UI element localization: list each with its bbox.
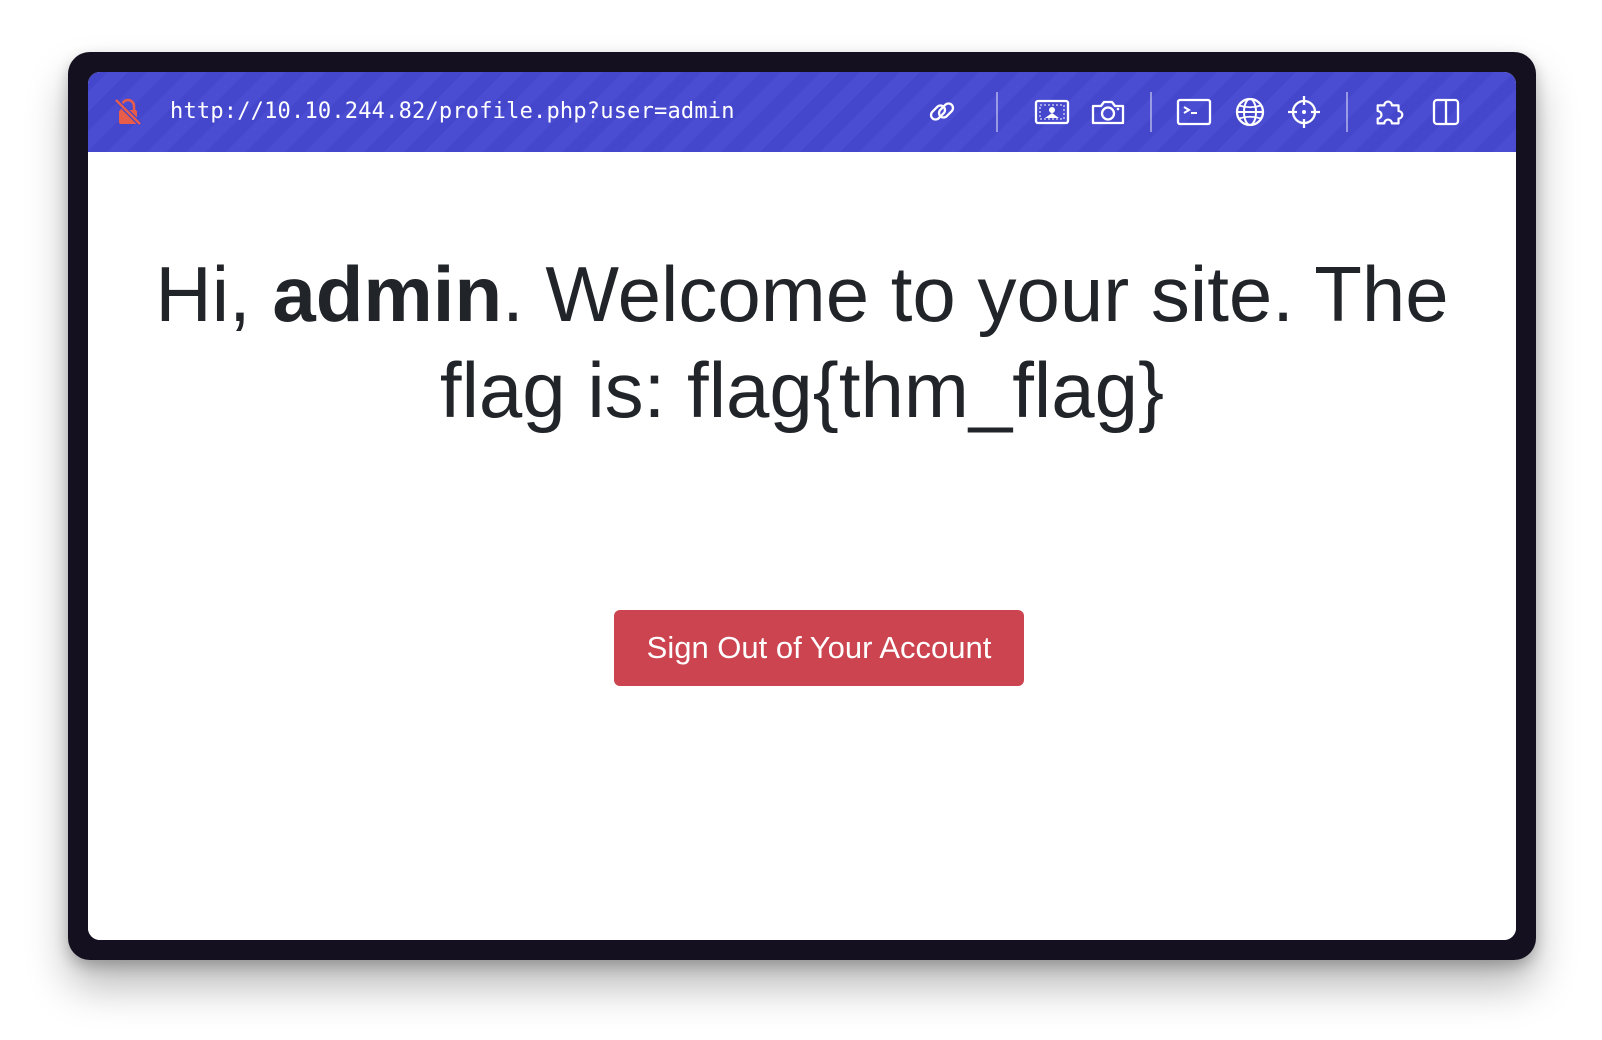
page-content: Hi, admin. Welcome to your site. The fla… xyxy=(88,152,1516,940)
crosshair-icon[interactable] xyxy=(1286,94,1322,130)
browser-toolbar: http://10.10.244.82/profile.php?user=adm… xyxy=(88,72,1516,152)
greeting-suffix: . Welcome to your site. The flag is: fla… xyxy=(439,250,1449,434)
browser-window: http://10.10.244.82/profile.php?user=adm… xyxy=(68,52,1536,960)
toolbar-separator xyxy=(996,92,998,132)
split-view-icon[interactable] xyxy=(1428,94,1464,130)
puzzle-icon[interactable] xyxy=(1372,94,1408,130)
insecure-lock-icon[interactable] xyxy=(110,94,146,130)
address-bar-url[interactable]: http://10.10.244.82/profile.php?user=adm… xyxy=(170,96,735,128)
toolbar-separator xyxy=(1150,92,1152,132)
username: admin xyxy=(272,250,503,338)
image-icon[interactable] xyxy=(1034,94,1070,130)
globe-icon[interactable] xyxy=(1232,94,1268,130)
sign-out-button[interactable]: Sign Out of Your Account xyxy=(614,610,1024,686)
desktop-background: http://10.10.244.82/profile.php?user=adm… xyxy=(0,0,1602,1040)
browser-viewport: http://10.10.244.82/profile.php?user=adm… xyxy=(88,72,1516,940)
terminal-icon[interactable] xyxy=(1176,94,1212,130)
camera-icon[interactable] xyxy=(1090,94,1126,130)
link-icon[interactable] xyxy=(924,94,960,130)
greeting-prefix: Hi, xyxy=(155,250,273,338)
toolbar-separator xyxy=(1346,92,1348,132)
welcome-message: Hi, admin. Welcome to your site. The fla… xyxy=(118,246,1486,438)
